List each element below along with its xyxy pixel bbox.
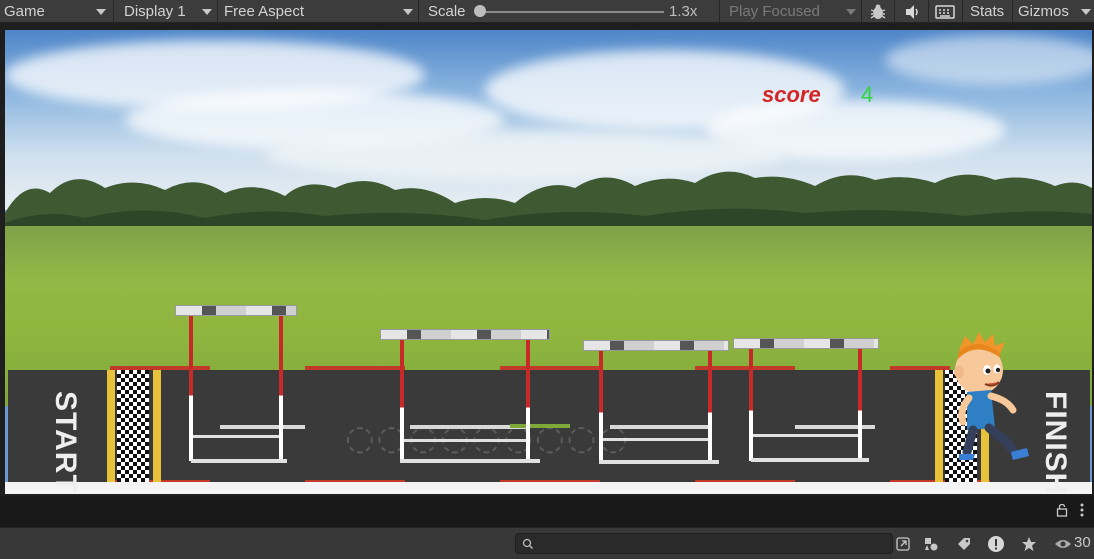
display-label: Display 1 [124, 3, 186, 20]
display-chevron-down-icon [202, 9, 212, 15]
scale-value: 1.3x [669, 3, 698, 20]
score-value: 4 [861, 82, 874, 107]
hurdle [733, 338, 881, 468]
eye-icon[interactable] [1052, 533, 1074, 555]
warning-icon[interactable] [985, 533, 1007, 555]
gizmos-label: Gizmos [1018, 3, 1069, 20]
tag-icon[interactable] [953, 533, 975, 555]
track-edge [5, 482, 1092, 494]
search-icon [522, 538, 533, 549]
audio-icon[interactable] [902, 1, 924, 22]
aspect-chevron-down-icon [403, 9, 413, 15]
game-tab-label: Game [4, 3, 45, 20]
scale-slider[interactable] [478, 11, 664, 13]
bug-icon[interactable] [867, 1, 889, 22]
game-tab-dropdown[interactable]: Game [4, 0, 45, 23]
play-focused-label: Play Focused [729, 3, 820, 20]
scale-slider-handle[interactable] [474, 5, 486, 17]
scale-label: Scale [428, 3, 466, 20]
game-tab-chevron-down-icon [96, 9, 106, 15]
game-view-toolbar: Game Display 1 Free Aspect Scale 1.3x Pl… [0, 0, 1094, 23]
hurdle [583, 340, 731, 470]
aspect-dropdown[interactable]: Free Aspect [224, 0, 304, 23]
aspect-label: Free Aspect [224, 3, 305, 20]
search-input[interactable] [515, 533, 893, 554]
lock-icon[interactable] [1056, 503, 1068, 522]
keyboard-icon[interactable] [934, 1, 956, 22]
scene-link-icon[interactable] [892, 533, 914, 555]
console-strip [0, 496, 1094, 527]
project-toolbar: 30 [0, 527, 1094, 559]
stats-label: Stats [970, 3, 1005, 20]
stats-button[interactable]: Stats [970, 0, 1004, 23]
more-icon[interactable] [1078, 503, 1086, 522]
runner-character [954, 332, 1029, 460]
gizmos-button[interactable]: Gizmos [1018, 0, 1069, 23]
game-viewport[interactable]: score 4 START FINISH ◌◌◌◌◌◌◌◌◌ [5, 30, 1092, 494]
gizmos-chevron-down-icon[interactable] [1081, 9, 1091, 15]
play-focused-chevron-down-icon [846, 9, 856, 15]
play-focused-dropdown[interactable]: Play Focused [729, 0, 820, 23]
display-dropdown[interactable]: Display 1 [124, 0, 186, 23]
star-icon[interactable] [1018, 533, 1040, 555]
start-gate [107, 370, 161, 482]
visibility-count: 30 [1074, 534, 1091, 551]
start-label: START [49, 391, 82, 494]
hurdle [175, 305, 299, 465]
score-label: score [762, 82, 821, 107]
finish-label: FINISH [1039, 391, 1072, 494]
hurdle [380, 329, 552, 469]
hierarchy-icon[interactable] [920, 533, 942, 555]
